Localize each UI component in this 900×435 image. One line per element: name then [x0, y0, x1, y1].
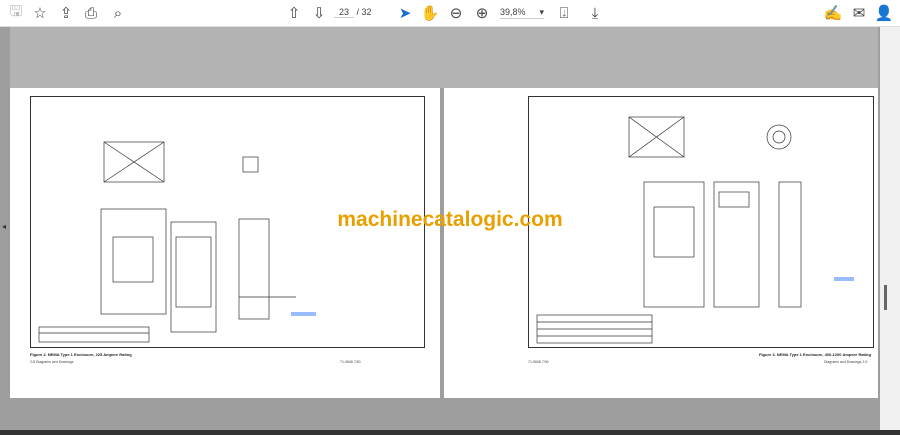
enclosure-drawing	[38, 141, 316, 343]
page-up-icon[interactable]: ⇧	[284, 4, 304, 22]
sign-icon[interactable]: ✍	[823, 4, 843, 22]
search-icon[interactable]: ⌕	[108, 4, 128, 22]
pdf-page-left: Figure 2. NEMA Type 1 Enclosure, 225 Amp…	[10, 88, 440, 398]
drawing-frame	[528, 96, 874, 348]
page-gap	[10, 27, 878, 88]
star-icon[interactable]: ☆	[30, 4, 50, 22]
zoom-in-icon[interactable]: ⊕	[472, 4, 492, 22]
figure-caption: Figure 3. NEMA Type 1 Enclosure, 400-120…	[759, 352, 871, 357]
account-icon[interactable]: 👤	[874, 4, 894, 22]
scrollbar[interactable]	[880, 27, 900, 430]
upload-icon[interactable]: ⇪	[56, 4, 76, 22]
scroll-mode-icon[interactable]: ⤓	[585, 4, 605, 22]
document-viewer[interactable]: Figure 2. NEMA Type 1 Enclosure, 225 Amp…	[0, 27, 880, 430]
bottom-bar	[0, 430, 900, 435]
print-icon[interactable]: ⎙	[81, 4, 101, 22]
chevron-down-icon: ▾	[539, 7, 544, 17]
footer-right: Diagrams and Drawings 2-9	[824, 360, 868, 364]
enclosure-drawing	[536, 116, 854, 344]
hand-icon[interactable]: ✋	[420, 4, 440, 22]
toolbar: 🖫 ☆ ⇪ ⎙ ⌕ ⇧ ⇩ / 32 ➤ ✋ ⊖ ⊕ 39,8% ▾ ⍗ ⤓ ✍…	[0, 0, 900, 27]
zoom-out-icon[interactable]: ⊖	[446, 4, 466, 22]
page-navigator: / 32	[334, 7, 372, 18]
footer-left: 2-8 Diagrams and Drawings	[30, 360, 74, 364]
save-icon[interactable]: 🖫	[6, 3, 26, 22]
mail-icon[interactable]: ✉	[849, 4, 869, 22]
zoom-value: 39,8%	[500, 7, 526, 17]
drawing-frame	[30, 96, 425, 348]
footer-right: 71-9608 7/90	[340, 360, 361, 364]
total-pages: / 32	[356, 7, 372, 17]
page-number-input[interactable]	[334, 7, 354, 18]
previous-page-arrow[interactable]: ◂	[2, 222, 6, 231]
footer-left: 71-9608 7/90	[528, 360, 549, 364]
page-down-icon[interactable]: ⇩	[309, 4, 329, 22]
select-arrow-icon[interactable]: ➤	[395, 4, 415, 22]
zoom-select[interactable]: 39,8% ▾	[500, 7, 544, 19]
figure-caption: Figure 2. NEMA Type 1 Enclosure, 225 Amp…	[30, 352, 132, 357]
pdf-page-right: Figure 3. NEMA Type 1 Enclosure, 400-120…	[444, 88, 878, 398]
fit-page-icon[interactable]: ⍗	[554, 4, 574, 22]
scrollbar-thumb[interactable]	[884, 285, 887, 310]
